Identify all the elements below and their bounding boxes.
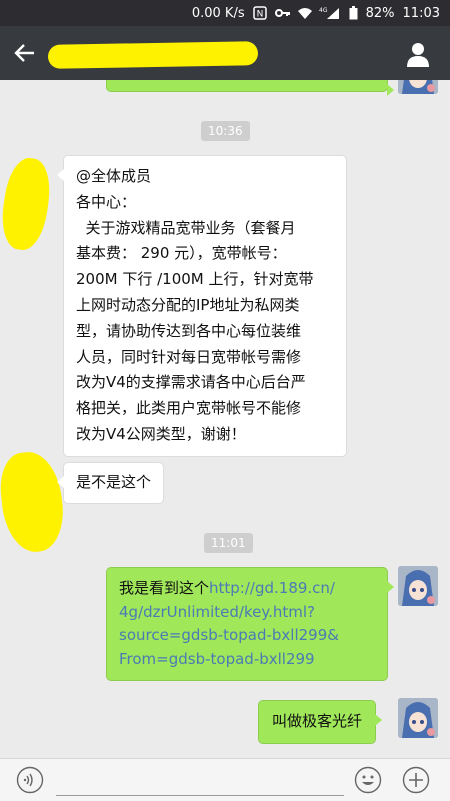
key-icon [274, 6, 290, 20]
voice-input-button[interactable] [16, 766, 44, 794]
back-button[interactable] [10, 39, 40, 67]
url-link-line[interactable]: 4g/dzrUnlimited/key.html? [119, 603, 315, 621]
message-text: 是不是这个 [76, 473, 152, 491]
emoji-icon [354, 766, 382, 794]
message-line: 各中心： [76, 192, 137, 211]
message-line: 改为V4公网类型，谢谢！ [76, 424, 246, 443]
network-speed: 0.00 K/s [191, 5, 245, 21]
input-bar [0, 758, 450, 801]
title-bar [0, 26, 450, 80]
message-input[interactable] [56, 769, 344, 796]
announcement-message-bubble[interactable]: @全体成员 各中心： 关于游戏精品宽带业务（套餐月 基本费： 290 元），宽带… [57, 155, 347, 457]
message-line: 格把关，此类用户宽带帐号不能修 [76, 399, 302, 418]
battery-level: 82% [365, 5, 395, 21]
url-link-line[interactable]: From=gdsb-topad-bxll299 [119, 650, 315, 668]
redacted-sender-avatar [0, 449, 68, 555]
my-avatar[interactable] [398, 566, 438, 606]
status-right: 0.00 K/s N 4G 82% 11:03 [192, 0, 440, 26]
message-line: 200M 下行 /100M 上行，针对宽带 [76, 270, 314, 289]
plus-icon [402, 766, 430, 794]
battery-icon [349, 6, 358, 20]
message-line: 基本费： 290 元），宽带帐号： [76, 244, 287, 263]
message-line: 型，请协助传达到各中心每位装维 [76, 321, 302, 340]
anime-avatar-icon [398, 698, 438, 738]
anime-avatar-icon [398, 80, 438, 94]
timestamp: 10:36 [201, 121, 250, 141]
chat-area[interactable]: 10:36 @全体成员 各中心： 关于游戏精品宽带业务（套餐月 基本费： 290… [0, 80, 450, 758]
wifi-icon [297, 6, 312, 20]
anime-avatar-icon [398, 566, 438, 606]
message-line: @全体成员 [76, 167, 152, 185]
more-actions-button[interactable] [402, 766, 430, 794]
redacted-sender-avatar [0, 155, 55, 253]
svg-text:N: N [256, 10, 263, 20]
my-avatar[interactable] [398, 698, 438, 738]
person-icon [407, 43, 429, 67]
message-line: 关于游戏精品宽带业务（套餐月 [76, 218, 296, 237]
signal-icon: 4G [319, 6, 341, 20]
arrow-left-icon [14, 44, 34, 62]
message-text: 叫做极客光纤 [272, 712, 363, 730]
url-link-line[interactable]: http://gd.189.cn/ [209, 579, 335, 597]
message-line: 改为V4的支撑需求请各中心后台严 [76, 373, 306, 392]
reply-message-bubble[interactable]: 叫做极客光纤 [258, 700, 383, 744]
message-line: 人员，同时针对每日宽带帐号需修 [76, 347, 302, 366]
question-message-bubble[interactable]: 是不是这个 [56, 462, 165, 504]
timestamp: 11:01 [204, 533, 253, 553]
status-bar: 0.00 K/s N 4G 82% 11:03 [0, 0, 450, 26]
url-link-line[interactable]: source=gdsb-topad-bxll299& [119, 626, 339, 644]
message-line: 上网时动态分配的IP地址为私网类 [76, 295, 300, 314]
nfc-icon: N [252, 6, 267, 20]
network-type: 4G [319, 7, 328, 14]
previous-message-bubble[interactable] [106, 80, 394, 96]
chat-info-button[interactable] [404, 40, 432, 68]
emoji-button[interactable] [354, 766, 382, 794]
my-avatar[interactable] [398, 80, 438, 94]
link-message-bubble[interactable]: 我是看到这个http://gd.189.cn/ 4g/dzrUnlimited/… [106, 567, 394, 681]
redacted-chat-title [47, 41, 259, 69]
voice-icon [16, 766, 44, 794]
clock: 11:03 [402, 5, 440, 21]
message-text: 我是看到这个 [119, 579, 210, 597]
